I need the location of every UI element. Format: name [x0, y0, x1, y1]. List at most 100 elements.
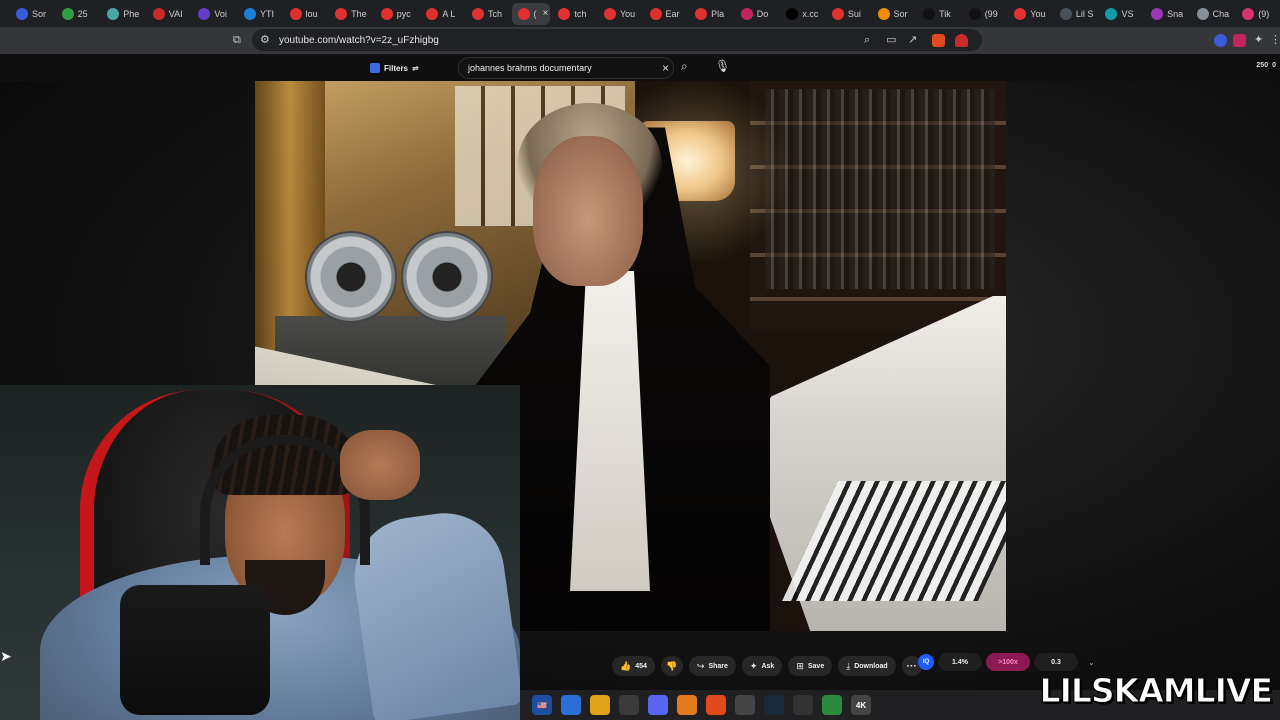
save-button[interactable]: ⊞ Save [788, 656, 833, 676]
brave-icon[interactable] [706, 695, 726, 715]
fl-studio-icon[interactable] [677, 695, 697, 715]
download-icon: ⤓ [846, 660, 851, 671]
browser-tab[interactable]: You [598, 3, 642, 25]
tab-title: tch [574, 8, 587, 19]
browser-tab[interactable]: VS [1099, 3, 1143, 25]
chevron-down-icon[interactable]: ⌄ [1088, 658, 1095, 667]
browser-tab[interactable]: Sna [1145, 3, 1189, 25]
zoom-icon[interactable]: ⌕ [864, 27, 870, 54]
browser-tab[interactable]: Lil S [1054, 3, 1098, 25]
menu-icon[interactable]: ⋮ [1270, 27, 1280, 54]
tab-title: Cha [1212, 8, 1230, 19]
tune-icon[interactable]: ⚙ [260, 29, 270, 51]
browser-tab[interactable]: (× [511, 2, 551, 25]
browser-tab[interactable]: VAI [147, 3, 191, 25]
tab-title: VAI [168, 8, 183, 19]
browser-tab[interactable]: Sui [826, 3, 870, 25]
browser-tab[interactable]: Pla [689, 3, 733, 25]
extension-icon[interactable] [1233, 34, 1246, 47]
dislike-button[interactable]: 👎 [660, 656, 683, 676]
filters-badge-icon [370, 63, 380, 73]
tab-favicon-icon [335, 7, 348, 20]
webcam-microphone [120, 585, 270, 715]
browser-tab[interactable]: Sor [10, 3, 54, 25]
like-button[interactable]: 👍 454 [612, 656, 655, 676]
store-icon[interactable] [619, 695, 639, 715]
discord-icon[interactable] [648, 695, 668, 715]
close-tab-icon[interactable]: × [543, 8, 549, 19]
extension-icon[interactable] [1214, 34, 1227, 47]
browser-tab[interactable]: You [1008, 3, 1052, 25]
tab-favicon-icon [831, 7, 844, 20]
browser-tab[interactable]: Voi [192, 3, 236, 25]
filters-button[interactable]: Filters ⇌ [370, 60, 419, 76]
pc-icon[interactable] [822, 695, 842, 715]
download-button[interactable]: ⤓ Download [838, 656, 896, 676]
puzzle-icon[interactable]: ✦ [1254, 27, 1263, 54]
4k-icon[interactable]: 4K [851, 695, 871, 715]
browser-tab[interactable]: (9) [1236, 3, 1280, 25]
clear-search-icon[interactable]: × [662, 61, 669, 75]
brave-rewards-icon[interactable] [955, 34, 968, 47]
browser-tab[interactable]: Tik [917, 3, 961, 25]
save-label: Save [807, 662, 825, 670]
browser-tab[interactable]: Ear [644, 3, 688, 25]
browser-tab[interactable]: x.cc [780, 3, 824, 25]
download-label: Download [854, 662, 888, 670]
taskbar-icons: 🇺🇸 4K [532, 695, 871, 715]
tab-strip: Sor 25 Phe VAI Voi YTI lou The pyc A L Tch(× tch You… [0, 0, 1280, 27]
browser-tab[interactable]: A L [420, 3, 464, 25]
browser-tab[interactable]: (99 [963, 3, 1007, 25]
tab-favicon-icon [380, 7, 393, 20]
browser-tab[interactable]: pyc [375, 3, 419, 25]
ask-label: Ask [761, 662, 775, 670]
chatgpt-icon[interactable] [735, 695, 755, 715]
flag-icon[interactable]: 🇺🇸 [532, 695, 552, 715]
browser-tab[interactable]: Cha [1191, 3, 1235, 25]
cast-icon[interactable]: ▭ [886, 27, 896, 54]
stat-outlier: >100x [986, 653, 1030, 671]
copilot-icon[interactable] [561, 695, 581, 715]
browser-tab[interactable]: Sor [872, 3, 916, 25]
counter-left: 250 [1256, 62, 1269, 69]
tab-title: Sor [32, 8, 47, 19]
share-page-icon[interactable]: ↗ [908, 27, 917, 54]
stats-logo-icon[interactable]: IQ [918, 654, 934, 670]
tab-title: Sor [893, 8, 908, 19]
search-input[interactable]: johannes brahms documentary × [458, 57, 674, 79]
browser-tab[interactable]: Tch [466, 3, 510, 25]
browser-tab[interactable]: The [329, 3, 373, 25]
microphone-icon[interactable]: 🎙 [715, 59, 730, 73]
filters-label: Filters [384, 63, 409, 73]
ask-button[interactable]: ✦ Ask [741, 656, 783, 676]
tab-title: (99 [984, 8, 998, 19]
tab-title: (9) [1258, 8, 1270, 19]
browser-tab[interactable]: 25 [56, 3, 100, 25]
search-icon[interactable]: ⌕ [681, 59, 688, 74]
brave-shield-icon[interactable] [932, 34, 945, 47]
youtube-header: Filters ⇌ johannes brahms documentary × … [0, 54, 1280, 81]
browser-tab[interactable]: tch [552, 3, 596, 25]
tab-favicon-icon [1059, 7, 1072, 20]
steam-icon[interactable] [764, 695, 784, 715]
counter-right: 0 [1272, 62, 1276, 69]
share-icon: ↪ [696, 660, 705, 671]
file-explorer-icon[interactable] [590, 695, 610, 715]
sliders-icon: ⇌ [412, 63, 419, 73]
tab-favicon-icon [1242, 7, 1255, 20]
tab-title: lou [305, 8, 318, 19]
video-tape-reel [305, 231, 397, 323]
bookmark-icon[interactable]: ⧉ [233, 27, 241, 54]
browser-tab[interactable]: Phe [101, 3, 145, 25]
url-field[interactable]: ⚙ youtube.com/watch?v=2z_uFzhigbg [252, 29, 982, 51]
tab-favicon-icon [107, 7, 120, 20]
browser-tab[interactable]: lou [284, 3, 328, 25]
browser-tab[interactable]: Do [735, 3, 779, 25]
tab-title: The [351, 8, 367, 19]
header-counters: 250 0 [1256, 62, 1276, 69]
browser-tab[interactable]: YTI [238, 3, 282, 25]
share-button[interactable]: ↪ Share [688, 656, 736, 676]
stat-ratio: 0.3 [1034, 653, 1078, 671]
tab-favicon-icon [923, 7, 936, 20]
app-icon[interactable] [793, 695, 813, 715]
